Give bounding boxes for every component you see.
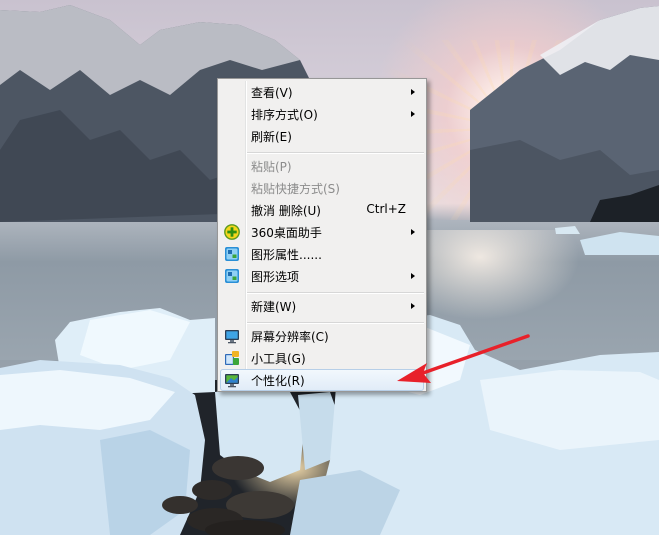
menu-item-sort-by[interactable]: 排序方式(O) [220,103,424,125]
submenu-arrow-icon [411,89,415,95]
graphics-icon [225,269,239,283]
red-arrow-annotation [397,334,530,383]
menu-item-label: 个性化(R) [251,374,305,388]
menu-item-label: 图形选项 [251,270,300,284]
360-plus-icon [224,224,240,240]
menu-item-label: 360桌面助手 [251,226,322,240]
submenu-arrow-icon [411,111,415,117]
menu-item-label: 小工具(G) [251,352,306,366]
menu-item-graphics-options[interactable]: 图形选项 [220,265,424,287]
submenu-arrow-icon [411,303,415,309]
menu-item-label: 粘贴快捷方式(S) [251,182,340,196]
menu-item-shortcut: Ctrl+Z [366,202,406,216]
menu-item-label: 查看(V) [251,86,293,100]
personalize-icon [225,374,239,388]
menu-item-label: 新建(W) [251,300,297,314]
gadgets-icon [225,351,239,365]
monitor-icon [225,330,239,344]
menu-item-label: 撤消 删除(U) [251,204,321,218]
menu-separator [247,292,424,294]
menu-item-paste[interactable]: 粘贴(P) [220,155,424,177]
menu-item-paste-shortcut[interactable]: 粘贴快捷方式(S) [220,177,424,199]
menu-item-view[interactable]: 查看(V) [220,81,424,103]
submenu-arrow-icon [411,229,415,235]
menu-item-refresh[interactable]: 刷新(E) [220,125,424,147]
menu-item-graphics-properties[interactable]: 图形属性...... [220,243,424,265]
graphics-icon [225,247,239,261]
submenu-arrow-icon [411,273,415,279]
menu-separator [247,322,424,324]
menu-item-undo-delete[interactable]: 撤消 删除(U) Ctrl+Z [220,199,424,221]
menu-separator [247,152,424,154]
menu-item-label: 图形属性...... [251,248,322,262]
menu-item-label: 粘贴(P) [251,160,292,174]
menu-item-new[interactable]: 新建(W) [220,295,424,317]
menu-item-360-desktop-assistant[interactable]: 360桌面助手 [220,221,424,243]
menu-item-label: 屏幕分辨率(C) [251,330,329,344]
menu-item-label: 排序方式(O) [251,108,318,122]
menu-item-label: 刷新(E) [251,130,292,144]
